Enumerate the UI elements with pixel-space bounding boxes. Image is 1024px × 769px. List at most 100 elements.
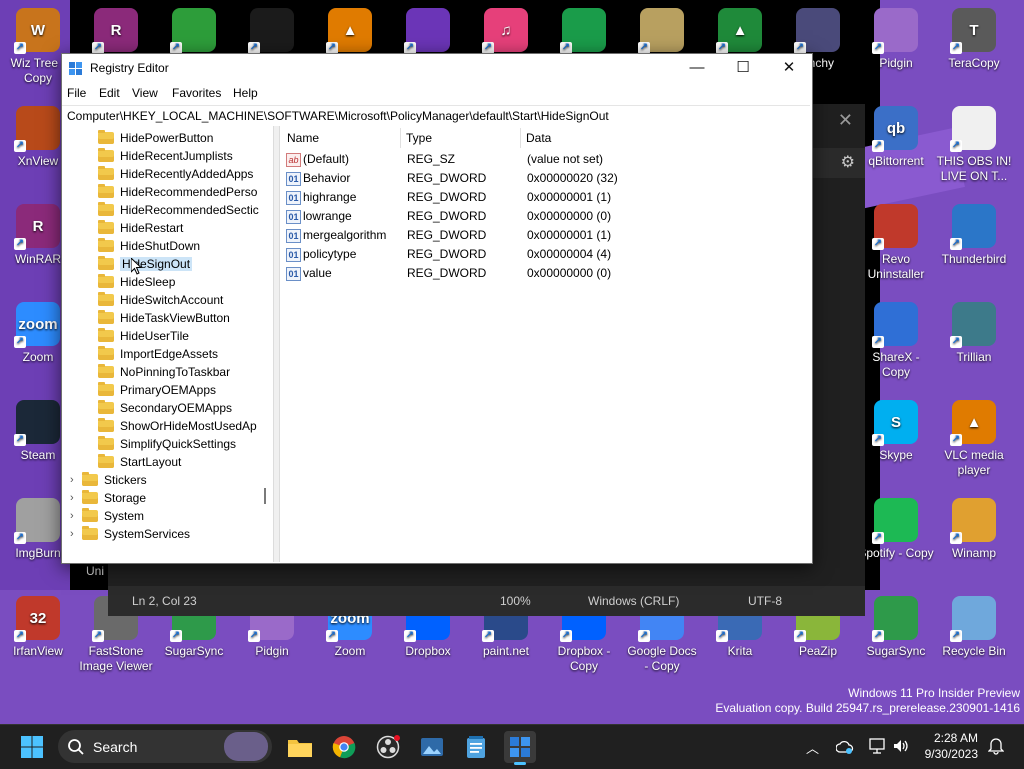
tree-item[interactable]: HideRecentJumplists	[98, 147, 233, 165]
address-bar[interactable]: Computer\HKEY_LOCAL_MACHINE\SOFTWARE\Mic…	[62, 105, 810, 127]
taskbar-clock[interactable]: 2:28 AM 9/30/2023	[925, 730, 978, 762]
tree-item[interactable]: HideUserTile	[98, 327, 189, 345]
tree-item[interactable]: › System	[70, 507, 144, 525]
show-hidden-icons-chevron-up-icon[interactable]: ︿	[806, 738, 819, 757]
tree-item[interactable]: PrimaryOEMApps	[98, 381, 216, 399]
desktop-icon-sharex-copy[interactable]: ↗ ShareX - Copy	[858, 302, 934, 380]
column-header-type[interactable]: Type	[406, 126, 432, 150]
menu-favorites[interactable]: Favorites	[172, 86, 221, 100]
volume-icon[interactable]	[892, 738, 910, 754]
desktop-icon-unlabeled[interactable]: ♫ ↗	[468, 8, 544, 56]
tree-item[interactable]: HidePowerButton	[98, 129, 213, 147]
tree-item[interactable]: HideTaskViewButton	[98, 309, 230, 327]
desktop-icon-irfanview[interactable]: 32 ↗ IrfanView	[0, 596, 76, 659]
notification-bell-icon[interactable]	[988, 737, 1004, 755]
photos-taskbar-button[interactable]	[416, 731, 448, 763]
desktop-icon-unlabeled[interactable]: ↗	[234, 8, 310, 56]
value-row[interactable]: 01 value REG_DWORD 0x00000000 (0)	[280, 264, 800, 283]
menu-view[interactable]: View	[132, 86, 158, 100]
value-type: REG_DWORD	[407, 209, 487, 223]
tree-item[interactable]: SimplifyQuickSettings	[98, 435, 236, 453]
expand-chevron-icon[interactable]: ›	[70, 489, 74, 507]
tree-vertical-scrollbar[interactable]	[264, 488, 266, 504]
notepad-settings-gear-icon[interactable]: ⚙	[841, 152, 855, 172]
desktop-icon-unlabeled[interactable]: ▲ ↗	[702, 8, 778, 56]
desktop-icon-vlc-media-player[interactable]: ▲ ↗ VLC media player	[936, 400, 1012, 478]
tree-item[interactable]: HideSignOut	[98, 255, 193, 273]
value-row[interactable]: 01 highrange REG_DWORD 0x00000001 (1)	[280, 188, 800, 207]
column-separator[interactable]	[400, 128, 401, 148]
value-name: Behavior	[303, 171, 351, 185]
close-button[interactable]: ✕	[766, 54, 812, 82]
file-explorer-taskbar-button[interactable]	[284, 731, 316, 763]
start-button[interactable]	[16, 731, 48, 763]
column-header-data[interactable]: Data	[526, 126, 551, 150]
desktop-icon-pidgin[interactable]: ↗ Pidgin	[858, 8, 934, 71]
obs-taskbar-button[interactable]	[372, 731, 404, 763]
folder-icon	[98, 400, 114, 414]
desktop-icon-spotify-copy[interactable]: ↗ Spotify - Copy	[858, 498, 934, 561]
desktop-icon-unlabeled[interactable]: ↗	[624, 8, 700, 56]
expand-chevron-icon[interactable]: ›	[70, 471, 74, 489]
desktop-icon-unlabeled[interactable]: ↗	[546, 8, 622, 56]
tree-item[interactable]: HideRecommendedSectic	[98, 201, 259, 219]
chrome-taskbar-button[interactable]	[328, 731, 360, 763]
tree-item[interactable]: HideRestart	[98, 219, 183, 237]
expand-chevron-icon[interactable]: ›	[70, 525, 74, 543]
tree-item[interactable]: HideRecentlyAddedApps	[98, 165, 253, 183]
tree-item[interactable]: ImportEdgeAssets	[98, 345, 218, 363]
desktop-icon-skype[interactable]: S ↗ Skype	[858, 400, 934, 463]
notepad-taskbar-button[interactable]	[460, 731, 492, 763]
values-list[interactable]: Name Type Data ab (Default) REG_SZ (value n…	[280, 126, 810, 562]
desktop-icon-winamp[interactable]: ↗ Winamp	[936, 498, 1012, 561]
tree-item[interactable]: › Stickers	[70, 471, 147, 489]
tree-item[interactable]: HideShutDown	[98, 237, 200, 255]
tree-item[interactable]: StartLayout	[98, 453, 181, 471]
pane-splitter[interactable]	[273, 126, 280, 562]
notepad-close-icon[interactable]: ✕	[838, 110, 853, 131]
desktop-icon-teracopy[interactable]: T ↗ TeraCopy	[936, 8, 1012, 71]
desktop-icon-unlabeled[interactable]: ▲ ↗	[312, 8, 388, 56]
maximize-button[interactable]: ☐	[720, 54, 766, 82]
folder-icon	[98, 382, 114, 396]
winrar-app-icon: R ↗	[14, 204, 60, 250]
regedit-taskbar-button[interactable]	[504, 731, 536, 765]
tree-item[interactable]: NoPinningToTaskbar	[98, 363, 230, 381]
tree-item[interactable]: ShowOrHideMostUsedAp	[98, 417, 257, 435]
value-row[interactable]: 01 Behavior REG_DWORD 0x00000020 (32)	[280, 169, 800, 188]
menu-help[interactable]: Help	[233, 86, 258, 100]
desktop-icon-thunderbird[interactable]: ↗ Thunderbird	[936, 204, 1012, 267]
folder-icon	[98, 274, 114, 288]
tree-item[interactable]: SecondaryOEMApps	[98, 399, 232, 417]
desktop-icon-sugarsync[interactable]: ↗ SugarSync	[858, 596, 934, 659]
title-bar[interactable]: Registry Editor — ☐ ✕	[62, 54, 812, 82]
tree-item[interactable]: › Storage	[70, 489, 146, 507]
minimize-button[interactable]: —	[674, 54, 720, 82]
menu-file[interactable]: File	[67, 86, 86, 100]
expand-chevron-icon[interactable]: ›	[70, 507, 74, 525]
menu-edit[interactable]: Edit	[99, 86, 120, 100]
column-separator[interactable]	[520, 128, 521, 148]
desktop-icon-recycle-bin[interactable]: ↗ Recycle Bin	[936, 596, 1012, 659]
taskbar-search-box[interactable]: Search	[58, 730, 272, 763]
desktop-icon-revo-uninstaller[interactable]: ↗ Revo Uninstaller	[858, 204, 934, 282]
address-path[interactable]: Computer\HKEY_LOCAL_MACHINE\SOFTWARE\Mic…	[67, 109, 609, 123]
value-row[interactable]: 01 policytype REG_DWORD 0x00000004 (4)	[280, 245, 800, 264]
tree-item[interactable]: HideRecommendedPerso	[98, 183, 257, 201]
tree-item[interactable]: HideSwitchAccount	[98, 291, 223, 309]
desktop-icon-unlabeled[interactable]: ↗	[390, 8, 466, 56]
value-row[interactable]: ab (Default) REG_SZ (value not set)	[280, 150, 800, 169]
value-row[interactable]: 01 mergealgorithm REG_DWORD 0x00000001 (1)	[280, 226, 800, 245]
cloud-sync-icon[interactable]	[836, 739, 854, 755]
value-row[interactable]: 01 lowrange REG_DWORD 0x00000000 (0)	[280, 207, 800, 226]
desktop-icon-qbittorrent[interactable]: qb ↗ qBittorrent	[858, 106, 934, 169]
tree-item[interactable]: › SystemServices	[70, 525, 190, 543]
desktop-icon-this-obs-in-live-on-t[interactable]: ↗ THIS OBS IN! LIVE ON T...	[936, 106, 1012, 184]
registry-editor-window[interactable]: Registry Editor — ☐ ✕ File Edit View Fav…	[61, 53, 813, 564]
binary-value-icon: 01	[286, 267, 301, 281]
network-icon[interactable]	[868, 738, 886, 754]
desktop-icon-unlabeled[interactable]: ↗	[156, 8, 232, 56]
key-tree[interactable]: HidePowerButton HideRecentJumplists HideRe…	[62, 126, 273, 562]
column-header-name[interactable]: Name	[287, 126, 319, 150]
desktop-icon-trillian[interactable]: ↗ Trillian	[936, 302, 1012, 365]
